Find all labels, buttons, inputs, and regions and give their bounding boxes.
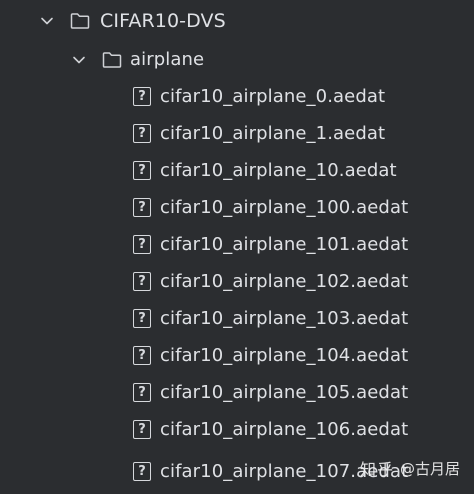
file-name: cifar10_airplane_106.aedat [160, 419, 409, 440]
root-folder-label: CIFAR10-DVS [100, 9, 226, 32]
file-name: cifar10_airplane_101.aedat [160, 234, 409, 255]
folder-icon [102, 51, 122, 69]
tree-file-item[interactable]: ? cifar10_airplane_103.aedat [0, 300, 474, 337]
unknown-file-icon: ? [133, 272, 151, 291]
subfolder-label: airplane [130, 49, 205, 70]
unknown-file-icon: ? [133, 309, 151, 328]
chevron-down-icon[interactable] [40, 14, 54, 28]
unknown-file-icon: ? [133, 462, 151, 481]
unknown-file-icon: ? [133, 420, 151, 439]
tree-file-item[interactable]: ? cifar10_airplane_100.aedat [0, 189, 474, 226]
tree-file-item[interactable]: ? cifar10_airplane_0.aedat [0, 78, 474, 115]
watermark-brand: 知乎 [359, 460, 394, 479]
unknown-file-icon: ? [133, 235, 151, 254]
tree-folder-root[interactable]: CIFAR10-DVS [0, 2, 474, 39]
file-name: cifar10_airplane_105.aedat [160, 382, 409, 403]
file-name: cifar10_airplane_103.aedat [160, 308, 409, 329]
unknown-file-icon: ? [133, 161, 151, 180]
unknown-file-icon: ? [133, 87, 151, 106]
file-name: cifar10_airplane_1.aedat [160, 123, 386, 144]
tree-folder-airplane[interactable]: airplane [0, 41, 474, 78]
file-name: cifar10_airplane_10.aedat [160, 160, 397, 181]
unknown-file-icon: ? [133, 346, 151, 365]
unknown-file-icon: ? [133, 198, 151, 217]
project-tree: CIFAR10-DVS airplane ? cifar10_airplane_… [0, 0, 474, 494]
tree-file-item[interactable]: ? cifar10_airplane_105.aedat [0, 374, 474, 411]
tree-file-item[interactable]: ? cifar10_airplane_1.aedat [0, 115, 474, 152]
watermark: 知乎 @古月居 [360, 456, 460, 480]
file-name: cifar10_airplane_104.aedat [160, 345, 409, 366]
unknown-file-icon: ? [133, 124, 151, 143]
tree-file-item[interactable]: ? cifar10_airplane_10.aedat [0, 152, 474, 189]
unknown-file-icon: ? [133, 383, 151, 402]
tree-file-item[interactable]: ? cifar10_airplane_101.aedat [0, 226, 474, 263]
watermark-user: @古月居 [399, 459, 460, 478]
folder-icon [70, 12, 90, 30]
chevron-down-icon[interactable] [72, 53, 86, 67]
tree-file-item[interactable]: ? cifar10_airplane_106.aedat [0, 411, 474, 448]
tree-file-item[interactable]: ? cifar10_airplane_104.aedat [0, 337, 474, 374]
file-name: cifar10_airplane_100.aedat [160, 197, 409, 218]
file-name: cifar10_airplane_102.aedat [160, 271, 409, 292]
file-name: cifar10_airplane_0.aedat [160, 86, 386, 107]
tree-file-item[interactable]: ? cifar10_airplane_102.aedat [0, 263, 474, 300]
